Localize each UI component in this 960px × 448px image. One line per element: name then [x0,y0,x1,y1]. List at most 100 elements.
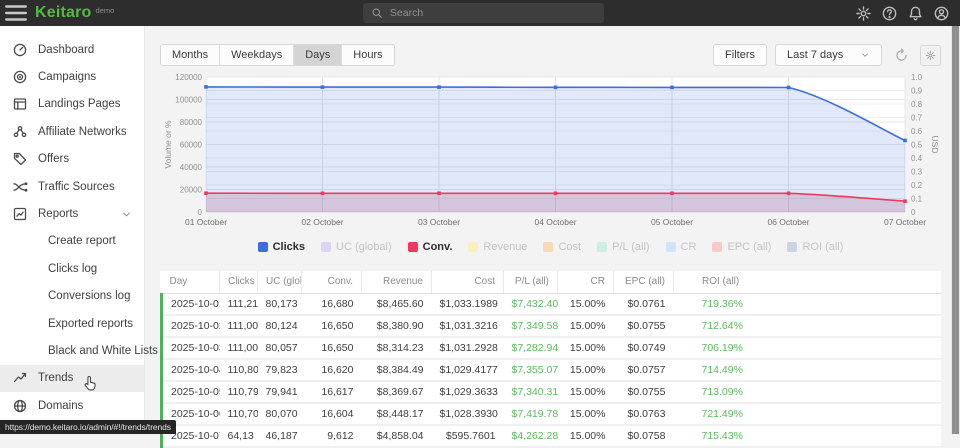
settings-gear-icon[interactable] [855,5,872,22]
cell-uc-global: 80,124 [258,315,302,337]
svg-text:100000: 100000 [175,95,202,104]
cell-day: 2025-10-04 [162,359,220,381]
chevron-down-icon [121,209,132,220]
sidebar-item-label: Affiliate Networks [38,126,127,138]
sidebar-item-conversions-log[interactable]: Conversions log [0,283,144,310]
cell-clicks: 110,79 [220,381,258,403]
sidebar-item-label: Offers [38,153,69,165]
legend-swatch [787,242,797,252]
legend-label: ROI (all) [802,241,843,253]
help-icon[interactable] [881,5,898,22]
toolbar-right-controls: Filters Last 7 days [713,44,941,66]
table-row: 2025-10-01111,2180,17316,680$8,465.60$1,… [162,293,942,315]
col-header-uc-global[interactable]: UC (global) [258,271,302,293]
date-range-select[interactable]: Last 7 days [775,44,882,66]
legend-item-uc-global[interactable]: UC (global) [321,241,392,253]
sidebar-item-affiliate-networks[interactable]: Affiliate Networks [0,118,144,145]
legend-swatch [666,242,676,252]
col-header-cr[interactable]: CR [558,271,614,293]
legend-item-conv[interactable]: Conv. [408,241,453,253]
legend-item-p-l-all[interactable]: P/L (all) [597,241,650,253]
cell-roi-all: 712.64% [674,315,942,337]
sidebar-item-domains[interactable]: Domains [0,392,144,419]
cell-day: 2025-10-03 [162,337,220,359]
account-avatar-icon[interactable] [933,5,950,22]
legend-label: EPC (all) [727,241,771,253]
sidebar-item-dashboard[interactable]: Dashboard [0,36,144,63]
cell-day: 2025-10-02 [162,315,220,337]
date-range-value: Last 7 days [787,49,843,61]
offers-icon [12,151,28,167]
col-header-cost[interactable]: Cost [432,271,504,293]
tab-days[interactable]: Days [294,45,342,65]
chart-svg: 02000040000600008000010000012000000.10.2… [160,72,941,236]
sidebar-item-campaigns[interactable]: Campaigns [0,63,144,90]
sidebar-item-clicks-log[interactable]: Clicks log [0,255,144,282]
vertical-scrollbar[interactable] [951,26,960,434]
scrollbar-thumb[interactable] [952,26,959,434]
sidebar-item-black-and-white-lists[interactable]: Black and White Lists [0,337,144,364]
sidebar-item-traffic-sources[interactable]: Traffic Sources [0,173,144,200]
tab-hours[interactable]: Hours [342,45,393,65]
legend-swatch [543,242,553,252]
col-header-p-l-all[interactable]: P/L (all) [504,271,558,293]
legend-label: P/L (all) [612,241,650,253]
col-header-revenue[interactable]: Revenue [362,271,432,293]
legend-swatch [408,242,418,252]
col-header-epc-all[interactable]: EPC (all) [614,271,674,293]
cell-uc-global: 80,173 [258,293,302,315]
tab-months[interactable]: Months [161,45,220,65]
col-header-conv[interactable]: Conv. [302,271,362,293]
tab-weekdays[interactable]: Weekdays [220,45,294,65]
cell-epc-all: $0.0757 [614,359,674,381]
legend-item-roi-all[interactable]: ROI (all) [787,241,843,253]
cell-cr: 15.00% [558,381,614,403]
svg-text:0.9: 0.9 [911,86,923,95]
chart-settings-button[interactable] [920,45,941,66]
sidebar-item-reports[interactable]: Reports [0,200,144,227]
link-preview-statusbar: https://demo.keitaro.io/admin/#!/trends/… [0,420,176,434]
legend-item-clicks[interactable]: Clicks [258,241,305,253]
trends-table: DayClicksUC (global)Conv.RevenueCostP/L … [160,271,941,448]
domains-icon [12,398,28,414]
refresh-button[interactable] [890,44,912,66]
sidebar-item-label: Domains [38,400,83,412]
sidebar-item-create-report[interactable]: Create report [0,228,144,255]
cell-cr: 15.00% [558,337,614,359]
col-header-day[interactable]: Day [162,271,220,293]
table-row: 2025-10-02111,0080,12416,650$8,380.90$1,… [162,315,942,337]
trends-table-wrap: DayClicksUC (global)Conv.RevenueCostP/L … [160,271,941,448]
hamburger-menu-icon[interactable] [3,0,29,26]
legend-item-cost[interactable]: Cost [543,241,581,253]
cell-revenue: $8,314.23 [362,337,432,359]
svg-text:0: 0 [911,208,916,217]
sidebar-item-landings-pages[interactable]: Landings Pages [0,91,144,118]
svg-text:20000: 20000 [180,185,203,194]
legend-swatch [321,242,331,252]
table-row: 2025-10-0764,1346,1879,612$4,858.04$595.… [162,425,942,447]
cell-epc-all: $0.0763 [614,403,674,425]
svg-text:0.6: 0.6 [911,127,923,136]
sidebar-item-exported-reports[interactable]: Exported reports [0,310,144,337]
search-input[interactable] [390,7,596,19]
svg-text:03 October: 03 October [418,217,460,227]
global-search[interactable] [363,3,604,23]
sidebar-item-offers[interactable]: Offers [0,146,144,173]
notifications-bell-icon[interactable] [907,5,924,22]
cell-revenue: $8,369.67 [362,381,432,403]
sidebar-item-label: Trends [38,372,73,384]
legend-item-cr[interactable]: CR [666,241,697,253]
sidebar-item-trends[interactable]: Trends [0,365,144,392]
cell-cr: 15.00% [558,293,614,315]
trends-icon [12,370,28,386]
cell-roi-all: 714.49% [674,359,942,381]
cell-uc-global: 79,823 [258,359,302,381]
chevron-down-icon [860,50,870,60]
legend-item-epc-all[interactable]: EPC (all) [712,241,771,253]
filters-button[interactable]: Filters [713,44,767,66]
col-header-roi-all[interactable]: ROI (all) [674,271,942,293]
legend-item-revenue[interactable]: Revenue [468,241,527,253]
cell-conv: 16,680 [302,293,362,315]
cell-clicks: 111,00 [220,337,258,359]
col-header-clicks[interactable]: Clicks [220,271,258,293]
